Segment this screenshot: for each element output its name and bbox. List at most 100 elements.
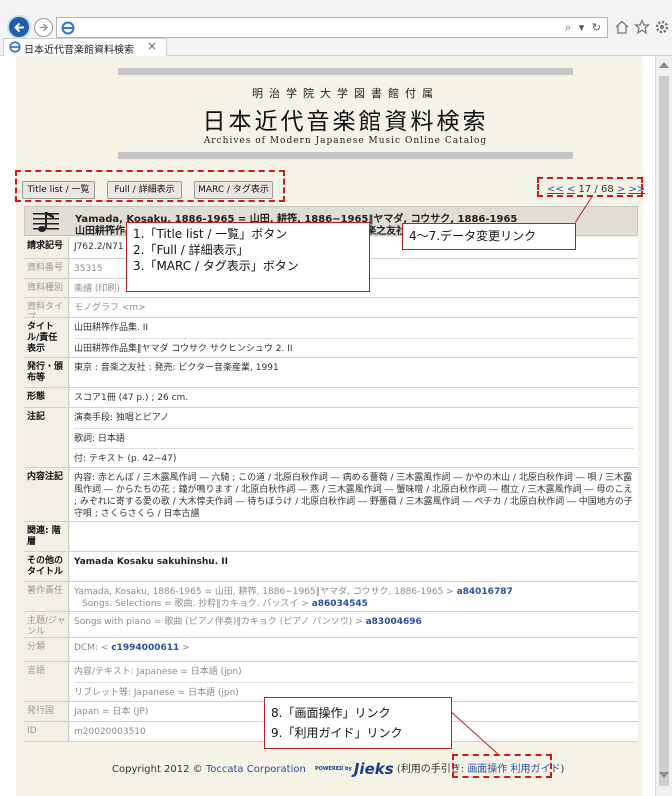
- field-value-group: Songs with piano = 歌曲 (ピアノ伴奏)‖カキョク (ピアノ …: [70, 612, 638, 637]
- arrow-right-icon: [39, 23, 49, 32]
- music-score-icon: [33, 212, 59, 232]
- field-value: Yamada Kosaku sakuhinshu. II: [70, 552, 638, 581]
- header-title: 日本近代音楽館資料検索: [202, 109, 489, 135]
- field-value: 演奏手段: 独唱とピアノ: [74, 413, 170, 423]
- field-label: 資料種別: [24, 279, 69, 297]
- field-value: モノグラフ <m>: [70, 298, 638, 317]
- arrow-left-icon: [14, 22, 24, 33]
- field-contents: 内容注記 内容: 赤とんぼ / 三木露風作詞 ― 六騎 ; この道 / 北原白秋…: [24, 468, 638, 522]
- field-value: 内容: 赤とんぼ / 三木露風作詞 ― 六騎 ; この道 / 北原白秋作詞 ― …: [70, 468, 638, 521]
- field-value-group: 内容/テキスト: Japanese = 日本語 (jpn) リブレット等: Ja…: [70, 662, 638, 701]
- authority-link[interactable]: a84016787: [457, 587, 513, 597]
- pager-highlight: [537, 177, 643, 197]
- pager-annotation: 4〜7.データ変更リンク: [402, 223, 576, 250]
- catalog-panel: 明治学院大学図書館付属 日本近代音楽館資料検索 Archives of Mode…: [16, 56, 645, 796]
- field-label: その他のタイトル: [24, 552, 69, 581]
- address-actions[interactable]: ⌕ ▾ ↻: [565, 21, 603, 35]
- buttons-annotation: 1.「Title list / 一覧」ボタン 2.「Full / 詳細表示」 3…: [126, 222, 370, 292]
- header-rule: [118, 68, 573, 75]
- field-value: >: [182, 643, 190, 653]
- field-label: 分類: [24, 638, 69, 661]
- field-subject: 主題/ジャンル Songs with piano = 歌曲 (ピアノ伴奏)‖カキ…: [24, 612, 638, 638]
- author-line: Songs. Selections = 歌曲. 抄粋‖カキョク. バッスイ > …: [74, 598, 634, 610]
- ie-page-icon: [61, 21, 75, 35]
- gear-icon[interactable]: [654, 19, 670, 35]
- field-label: 資料番号: [24, 259, 69, 278]
- field-value: DCM: <: [74, 643, 109, 653]
- field-publication: 発行・頒布等 東京 : 音楽之友社 : 発売: ビクター音楽産業, 1991: [24, 358, 638, 388]
- close-icon[interactable]: ×: [147, 39, 157, 53]
- buttons-highlight: [15, 170, 285, 202]
- field-related: 関連: 階層: [24, 522, 638, 552]
- field-other-title: その他のタイトル Yamada Kosaku sakuhinshu. II: [24, 552, 638, 582]
- back-button[interactable]: [7, 15, 31, 39]
- field-value-transcription: 山田耕筰作品集‖ヤマダ コウサク サクヒンシュウ 2. II: [74, 338, 634, 355]
- field-value: Songs with piano = 歌曲 (ピアノ伴奏)‖カキョク (ピアノ …: [74, 617, 363, 627]
- field-value: Songs. Selections = 歌曲. 抄粋‖カキョク. バッスイ >: [82, 599, 309, 609]
- field-label: 形態: [24, 388, 69, 407]
- field-label: 言語: [24, 662, 69, 701]
- browser-tab[interactable]: 日本近代音楽館資料検索 ×: [3, 38, 167, 56]
- scroll-up-arrow-icon[interactable]: [659, 62, 669, 68]
- scroll-thumb[interactable]: [659, 76, 669, 786]
- header-rule: [118, 152, 573, 159]
- field-label: 請求記号: [24, 237, 69, 258]
- field-label: タイトル/責任表示: [24, 318, 69, 357]
- scroll-down-arrow-icon[interactable]: [659, 772, 669, 778]
- powered-by-text: POWERED by: [315, 766, 352, 772]
- authority-link[interactable]: a86034545: [312, 599, 368, 609]
- tab-title: 日本近代音楽館資料検索: [24, 45, 134, 56]
- field-label: 発行国: [24, 702, 69, 721]
- home-icon[interactable]: [614, 19, 630, 35]
- copyright-text: Copyright 2012 ©: [112, 764, 203, 775]
- field-label: 主題/ジャンル: [24, 612, 69, 637]
- annotation-line: 3.「MARC / タグ表示」ボタン: [133, 259, 299, 273]
- field-value: 歌詞: 日本語: [74, 428, 634, 445]
- browser-toolbar-icons: [614, 19, 672, 37]
- field-title: タイトル/責任表示 山田耕筰作品集. II 山田耕筰作品集‖ヤマダ コウサク サ…: [24, 318, 638, 358]
- field-value: [70, 522, 638, 551]
- field-label: 著作責任: [24, 582, 69, 611]
- jieks-logo: Jieks: [353, 760, 394, 778]
- field-classification: 分類 DCM: < c1994000611 >: [24, 638, 638, 662]
- browser-chrome: ⌕ ▾ ↻ 日本近代音楽館資料検索 ×: [0, 0, 672, 56]
- field-item-type: 資料タイプ モノグラフ <m>: [24, 298, 638, 323]
- field-value: 内容/テキスト: Japanese = 日本語 (jpn): [74, 667, 242, 677]
- guide-suffix: ): [560, 764, 565, 775]
- page-viewport: 明治学院大学図書館付属 日本近代音楽館資料検索 Archives of Mode…: [0, 56, 655, 796]
- header-subtitle: 明治学院大学図書館付属: [252, 87, 439, 100]
- footer-annotation: 8.「画面操作」リンク 9.「利用ガイド」リンク: [264, 697, 452, 749]
- company-link[interactable]: Toccata Corporation: [206, 764, 306, 775]
- author-line: Yamada, Kosaku, 1886-1965 = 山田, 耕筰, 1886…: [74, 586, 634, 598]
- annotation-line: 8.「画面操作」リンク: [271, 706, 391, 720]
- vertical-scrollbar[interactable]: [655, 56, 672, 796]
- field-label: 内容注記: [24, 468, 69, 521]
- field-value: 付: テキスト (p. 42−47): [74, 448, 634, 465]
- address-bar[interactable]: ⌕ ▾ ↻: [56, 17, 608, 38]
- field-author: 著作責任 Yamada, Kosaku, 1886-1965 = 山田, 耕筰,…: [24, 582, 638, 612]
- field-label: 注記: [24, 408, 69, 467]
- classification-link[interactable]: c1994000611: [111, 643, 179, 653]
- annotation-line: 4〜7.データ変更リンク: [409, 229, 537, 243]
- footer-links-highlight: [452, 754, 552, 778]
- field-value: 東京 : 音楽之友社 : 発売: ビクター音楽産業, 1991: [70, 358, 638, 387]
- field-value-group: Yamada, Kosaku, 1886-1965 = 山田, 耕筰, 1886…: [70, 582, 638, 611]
- annotation-line: 2.「Full / 詳細表示」: [133, 243, 249, 257]
- forward-button[interactable]: [34, 18, 53, 37]
- annotation-line: 9.「利用ガイド」リンク: [271, 726, 403, 740]
- field-value: 山田耕筰作品集. II: [74, 323, 149, 333]
- field-notes: 注記 演奏手段: 独唱とピアノ 歌詞: 日本語 付: テキスト (p. 42−4…: [24, 408, 638, 468]
- field-form: 形態 スコア1冊 (47 p.) ; 26 cm.: [24, 388, 638, 408]
- field-value-group: 演奏手段: 独唱とピアノ 歌詞: 日本語 付: テキスト (p. 42−47): [70, 408, 638, 467]
- favorites-star-icon[interactable]: [633, 19, 651, 35]
- field-label: 発行・頒布等: [24, 358, 69, 387]
- header-english-title: Archives of Modern Japanese Music Online…: [203, 136, 488, 146]
- ie-page-icon: [9, 41, 21, 53]
- field-label: 関連: 階層: [24, 522, 69, 551]
- field-value: スコア1冊 (47 p.) ; 26 cm.: [70, 388, 638, 407]
- annotation-line: 1.「Title list / 一覧」ボタン: [133, 227, 288, 241]
- subject-link[interactable]: a83004696: [366, 617, 422, 627]
- field-value: Yamada, Kosaku, 1886-1965 = 山田, 耕筰, 1886…: [74, 587, 454, 597]
- field-label: 資料タイプ: [24, 298, 69, 323]
- field-value-group: 山田耕筰作品集. II 山田耕筰作品集‖ヤマダ コウサク サクヒンシュウ 2. …: [70, 318, 638, 357]
